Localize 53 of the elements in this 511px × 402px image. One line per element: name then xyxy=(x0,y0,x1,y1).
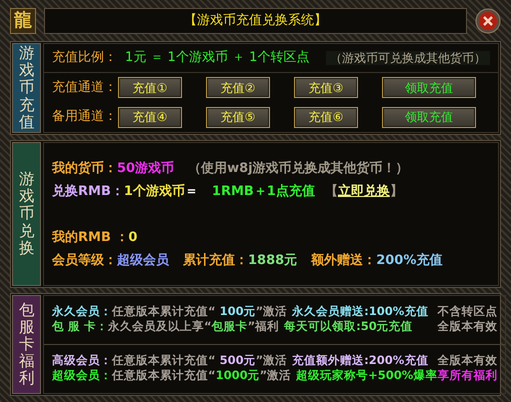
benefit-text: 充值额外赠送:200%充值 xyxy=(292,354,428,369)
benefit-text: 任意版本累计充值“ 100元”激活 xyxy=(112,305,288,320)
recharge-button[interactable]: 充值⑤ xyxy=(206,106,270,128)
benefit-text: 包 服 卡： xyxy=(52,320,108,335)
benefit-text: 永久会员及以上享“包服卡”福利 xyxy=(108,320,280,335)
info-text: ＝ xyxy=(184,184,198,200)
info-text: 50游戏币 xyxy=(117,160,174,176)
info-text: 我的RMB ： xyxy=(52,230,128,246)
benefit-text: 任意版本累计充值“ 500元”激活 xyxy=(112,354,288,369)
benefit-text: 永久会员： xyxy=(52,305,112,320)
benefit-text: 永久会员赠送:100%充值 xyxy=(292,305,428,320)
section-tab-label: 游戏币充值 xyxy=(18,45,34,131)
info-text: 我的货币： xyxy=(52,160,117,176)
exchange-link[interactable]: 立即兑换 xyxy=(338,184,390,200)
benefit-text: 高级会员： xyxy=(52,354,112,369)
info-text: 额外赠送： xyxy=(311,252,376,268)
info-text: 】 xyxy=(390,184,403,200)
benefit-text: 超级会员： xyxy=(52,369,112,384)
channel-label: 备用通道： xyxy=(52,109,118,126)
benefit-text: 不含转区点 xyxy=(437,305,498,320)
ratio-label: 充值比例： xyxy=(52,50,117,66)
info-text: 1个游戏币 xyxy=(124,184,185,200)
claim-button[interactable]: 领取充值 xyxy=(382,106,476,128)
info-text: 【 xyxy=(324,184,338,200)
section-tab-label: 游戏币兑换 xyxy=(18,171,34,257)
close-button[interactable] xyxy=(475,8,501,34)
info-text: 超级会员 xyxy=(117,252,169,268)
benefit-text: 全版本有效 xyxy=(437,320,498,335)
info-text: 兑换RMB： xyxy=(52,184,124,200)
window-title: 【游戏币充值兑换系统】 xyxy=(184,13,327,29)
section-tab-label: 包服卡福利 xyxy=(18,302,34,388)
info-text: 1888元 xyxy=(248,252,298,268)
recharge-button[interactable]: 充值③ xyxy=(294,77,358,98)
info-text: 0 xyxy=(128,230,138,246)
benefit-text: 每天可以领取:50元充值 xyxy=(284,320,413,335)
recharge-button[interactable]: 充值① xyxy=(118,77,182,98)
channel-label: 充值通道： xyxy=(52,80,118,96)
ratio-value: 1元 ＝ 1个游戏币 ＋ 1个转区点 xyxy=(125,50,310,66)
info-text: 1RMB＋1点充值 xyxy=(212,184,315,200)
dragon-logo: 龍 xyxy=(10,8,36,34)
info-text: （使用w8j游戏币兑换成其他货币！） xyxy=(188,160,409,176)
recharge-button[interactable]: 充值④ xyxy=(118,106,182,128)
info-text: 200%充值 xyxy=(376,252,442,268)
ratio-note: （游戏币可兑换成其他货币） xyxy=(326,50,490,66)
benefit-text: 任意版本累计充值“1000元”激活 xyxy=(112,369,292,384)
benefit-text: 享所有福利 xyxy=(437,369,498,384)
info-text: 会员等级： xyxy=(52,252,117,268)
claim-button[interactable]: 领取充值 xyxy=(382,77,476,98)
info-text: 累计充值： xyxy=(183,252,248,268)
recharge-button[interactable]: 充值② xyxy=(206,77,270,98)
benefit-text: 超级玩家称号+500%爆率 xyxy=(296,369,438,384)
recharge-button[interactable]: 充值⑥ xyxy=(294,106,358,128)
benefit-text: 全版本有效 xyxy=(437,354,498,369)
